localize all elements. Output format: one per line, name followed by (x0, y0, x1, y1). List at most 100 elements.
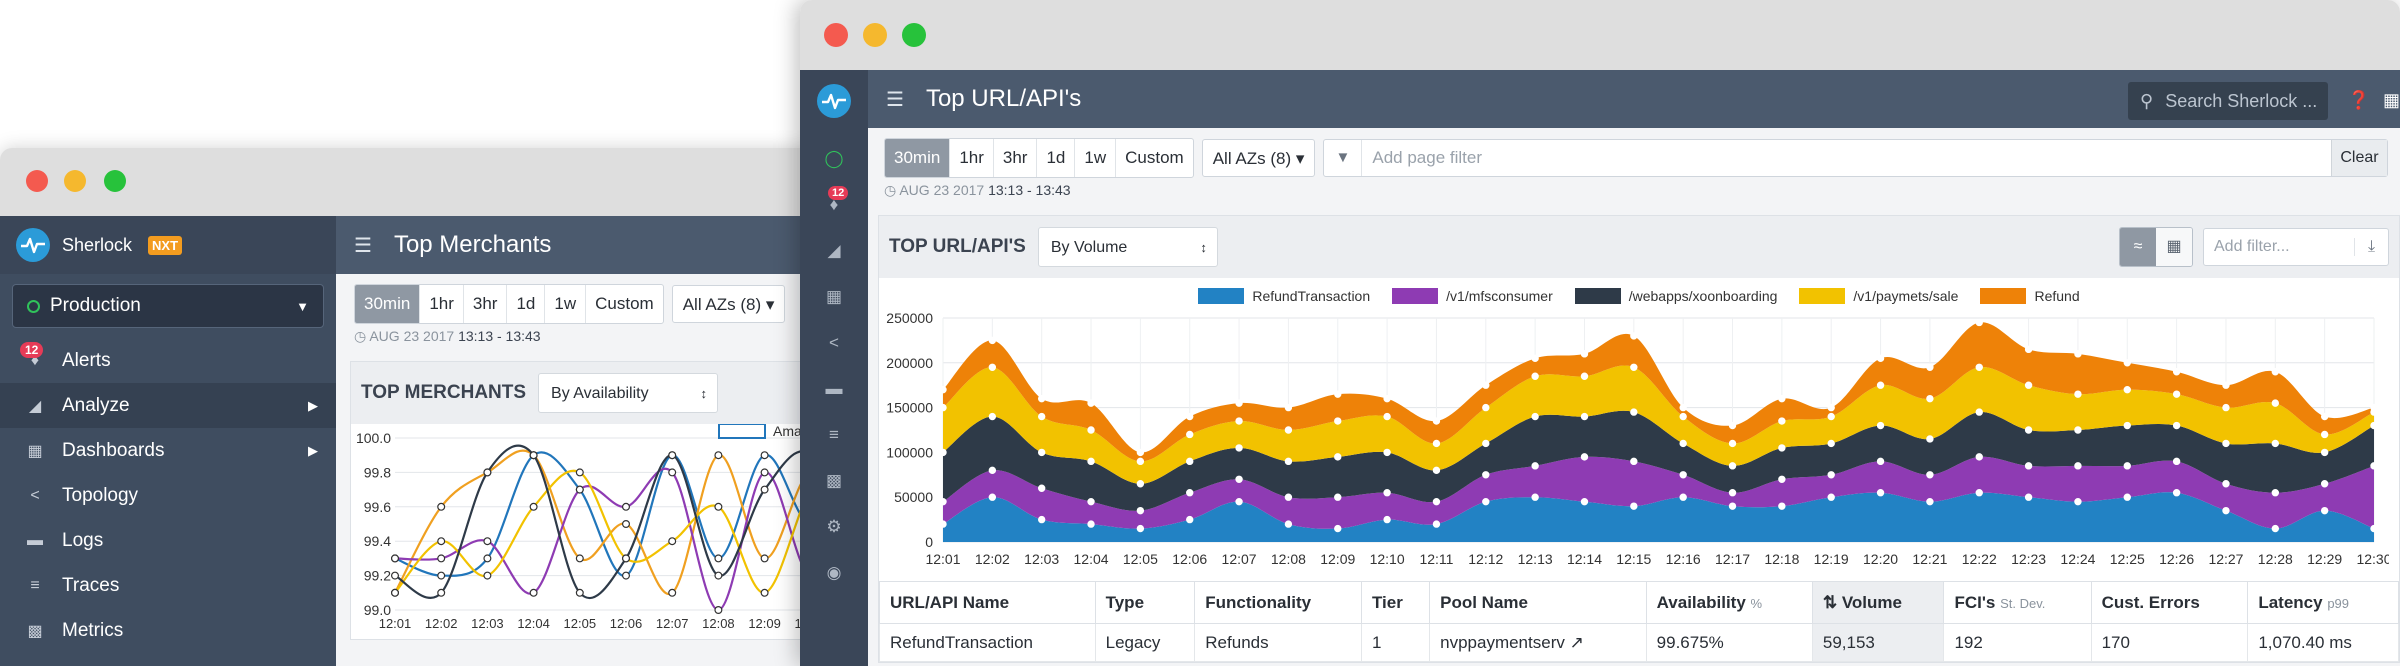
y-tick-label: 99.2 (364, 568, 391, 584)
sidebar-item-label: Traces (62, 574, 120, 596)
sort-select[interactable]: By Volume (1037, 227, 1218, 268)
environment-select[interactable]: Production ▼ (12, 284, 324, 328)
time-range-1d[interactable]: 1d (507, 285, 546, 323)
column-header[interactable]: FCI's St. Dev. (1943, 581, 2092, 624)
data-point (760, 554, 769, 563)
x-tick-label: 12:08 (1271, 551, 1306, 567)
sherlock-logo-icon[interactable] (817, 84, 851, 118)
download-icon[interactable]: ⤓ (2354, 238, 2388, 256)
pool-name-link[interactable]: nvppaymentserv ↗ (1429, 623, 1647, 662)
panel-filter-input[interactable]: Add filter... ⤓ (2203, 228, 2389, 266)
chart-view-icon[interactable]: ≈ (2120, 228, 2156, 266)
column-header[interactable]: Type (1094, 581, 1196, 624)
data-point (714, 502, 723, 511)
data-point (2271, 524, 2280, 533)
az-select[interactable]: All AZs (8) ▾ (1201, 139, 1316, 177)
alerts-icon[interactable]: ♦ 12 (800, 182, 868, 228)
time-range-1w[interactable]: 1w (545, 285, 587, 323)
page-filter-input[interactable]: ▼ Add page filter Clear (1323, 139, 2388, 177)
time-range-3hr[interactable]: 3hr (464, 285, 508, 323)
legend-item[interactable]: /v1/paymets/sale (1799, 288, 1958, 304)
data-point (1827, 403, 1835, 412)
menu-toggle-icon[interactable]: ☰ (886, 87, 904, 112)
legend-item[interactable]: RefundTransaction (1198, 288, 1370, 304)
time-range-1hr[interactable]: 1hr (950, 139, 994, 177)
sidebar-item-analyze[interactable]: ◢ Analyze ▶ (0, 383, 336, 428)
maximize-button[interactable] (104, 170, 126, 192)
github-icon[interactable]: ◉ (800, 550, 868, 596)
legend-item[interactable]: Refund (1980, 288, 2080, 304)
minimize-button[interactable] (64, 170, 86, 192)
x-tick-label: 12:29 (2307, 551, 2342, 567)
gear-icon[interactable]: ⚙ (800, 504, 868, 550)
data-point (1975, 363, 1983, 371)
sidebar-item-logs[interactable]: ▬ Logs (0, 518, 336, 563)
table-view-icon[interactable]: ▦ (2156, 228, 2192, 266)
data-point (437, 502, 446, 511)
clear-button[interactable]: Clear (2331, 140, 2387, 176)
sort-select[interactable]: By Availability (538, 373, 719, 414)
data-point (1136, 448, 1145, 457)
column-header[interactable]: URL/API Name (879, 581, 1096, 624)
x-tick-label: 12:07 (1222, 551, 1257, 567)
metrics-icon[interactable]: ▩ (800, 458, 868, 504)
time-range-custom[interactable]: Custom (1116, 139, 1193, 177)
logs-icon[interactable]: ▬ (800, 366, 868, 412)
column-header[interactable]: Cust. Errors (2090, 581, 2249, 624)
apps-grid-icon[interactable]: ▦ (2383, 90, 2400, 111)
data-point (1383, 448, 1391, 457)
time-range-3hr[interactable]: 3hr (994, 139, 1038, 177)
x-tick-label: 12:08 (702, 616, 735, 631)
time-range-30min[interactable]: 30min (355, 285, 421, 323)
legend-label: /webapps/xoonboarding (1628, 288, 1778, 304)
column-header[interactable]: Tier (1360, 581, 1431, 624)
time-range-1d[interactable]: 1d (1037, 139, 1076, 177)
url-api-table: URL/API Name Type Functionality Tier Poo… (879, 581, 2399, 662)
api-name-link[interactable]: RefundTransaction (879, 623, 1096, 662)
dashboard-icon[interactable]: ▦ (800, 274, 868, 320)
x-tick-label: 12:09 (1320, 551, 1355, 567)
minimize-button[interactable] (863, 23, 887, 47)
logs-icon: ▬ (27, 531, 43, 549)
time-range-1w[interactable]: 1w (1075, 139, 1117, 177)
data-point (1383, 412, 1391, 421)
maximize-button[interactable] (902, 23, 926, 47)
column-header[interactable]: Functionality (1194, 581, 1362, 624)
menu-toggle-icon[interactable]: ☰ (354, 233, 372, 258)
brand[interactable]: Sherlock NXT (0, 216, 336, 274)
column-header-sorted[interactable]: ⇅ Volume (1811, 581, 1945, 624)
data-point (1037, 515, 1046, 524)
analyze-icon[interactable]: ◢ (800, 228, 868, 274)
sidebar-item-metrics[interactable]: ▩ Metrics (0, 608, 336, 653)
column-header[interactable]: Latency p99 (2247, 581, 2399, 624)
filter-icon[interactable]: ≡ (800, 412, 868, 458)
time-range-30min[interactable]: 30min (885, 139, 951, 177)
legend-item[interactable]: /webapps/xoonboarding (1574, 288, 1778, 304)
data-point (1728, 462, 1737, 470)
share-icon[interactable]: < (800, 320, 868, 366)
data-point (2074, 462, 2082, 470)
column-header[interactable]: Availability % (1645, 581, 1813, 624)
data-point (1778, 444, 1786, 452)
close-button[interactable] (26, 170, 48, 192)
sidebar-item-dashboards[interactable]: ▦ Dashboards ▶ (0, 428, 336, 473)
close-button[interactable] (824, 23, 848, 47)
time-range-custom[interactable]: Custom (586, 285, 663, 323)
az-select[interactable]: All AZs (8) ▾ (671, 285, 786, 323)
time-range-1hr[interactable]: 1hr (420, 285, 464, 323)
table-row[interactable]: RefundTransaction Legacy Refunds 1 nvppa… (879, 623, 2399, 662)
sidebar-item-topology[interactable]: < Topology (0, 473, 336, 518)
data-point (1728, 439, 1737, 448)
y-tick-label: 99.4 (364, 533, 391, 549)
environment-status-icon[interactable]: ◯ (800, 136, 868, 182)
column-header[interactable]: Pool Name (1429, 581, 1647, 624)
x-tick-label: 12:23 (2011, 551, 2046, 567)
data-point (529, 502, 538, 511)
legend-swatch (1198, 288, 1245, 304)
help-icon[interactable]: ❓ (2348, 90, 2370, 111)
legend-item[interactable]: /v1/mfsconsumer (1392, 288, 1553, 304)
panel-filter-placeholder: Add filter... (2214, 238, 2290, 255)
sidebar-item-traces[interactable]: ≡ Traces (0, 563, 336, 608)
sidebar-item-alerts[interactable]: ♦ 12 Alerts (0, 338, 336, 383)
search-input[interactable]: ⚲ Search Sherlock ... (2128, 82, 2328, 120)
